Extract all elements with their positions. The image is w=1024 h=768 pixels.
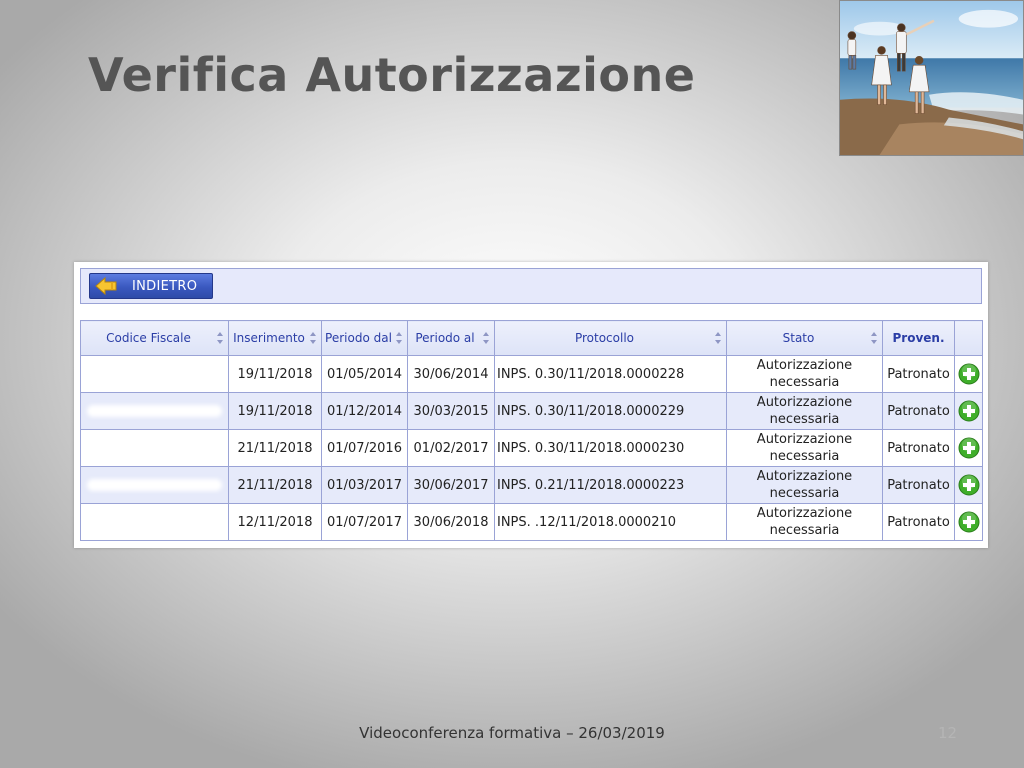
cell-inserimento: 21/11/2018 (228, 429, 322, 467)
sort-arrows-icon[interactable] (870, 331, 878, 345)
cell-protocollo: INPS. 0.30/11/2018.0000230 (494, 429, 727, 467)
beach-family-photo (839, 0, 1024, 156)
column-header-proven: Proven. (882, 320, 955, 356)
cell-proven: Patronato (882, 503, 955, 541)
back-button-label: INDIETRO (132, 278, 198, 294)
column-header-protocollo[interactable]: Protocollo (494, 320, 727, 356)
column-header-label: Protocollo (574, 331, 635, 345)
cell-periodo-dal: 01/07/2017 (321, 503, 408, 541)
cell-add-action[interactable] (954, 392, 983, 430)
table-row[interactable]: 19/11/2018 01/12/2014 30/03/2015 INPS. 0.30… (80, 392, 983, 430)
column-header-inserimento[interactable]: Inserimento (228, 320, 322, 356)
plus-circle-icon[interactable] (958, 363, 980, 385)
cell-periodo-al: 30/03/2015 (407, 392, 495, 430)
page-number: 12 (938, 724, 958, 742)
authorization-table: Codice Fiscale Inserimento Periodo dal P… (80, 320, 983, 541)
cell-periodo-dal: 01/03/2017 (321, 466, 408, 504)
table-row[interactable]: 12/11/2018 01/07/2017 30/06/2018 INPS. .12/… (80, 503, 983, 541)
cell-proven: Patronato (882, 392, 955, 430)
column-header-label: Periodo al (415, 331, 475, 345)
table-row[interactable]: 21/11/2018 01/03/2017 30/06/2017 INPS. 0.21… (80, 466, 983, 504)
column-header-codice-fiscale[interactable]: Codice Fiscale (80, 320, 229, 356)
cell-stato: Autorizzazione necessaria (726, 503, 883, 541)
toolbar: INDIETRO (80, 268, 982, 304)
plus-circle-icon[interactable] (958, 474, 980, 496)
cell-protocollo: INPS. 0.21/11/2018.0000223 (494, 466, 727, 504)
cell-codice-fiscale (80, 429, 229, 467)
sort-arrows-icon[interactable] (714, 331, 722, 345)
column-header-label: Periodo dal (325, 331, 392, 345)
cell-add-action[interactable] (954, 503, 983, 541)
column-header-stato[interactable]: Stato (726, 320, 883, 356)
redacted-mark (87, 405, 222, 417)
sort-arrows-icon[interactable] (216, 331, 224, 345)
authorization-panel: INDIETRO Codice Fiscale Inserimento Peri… (74, 262, 988, 548)
cell-protocollo: INPS. 0.30/11/2018.0000228 (494, 355, 727, 393)
cell-protocollo: INPS. .12/11/2018.0000210 (494, 503, 727, 541)
cell-periodo-al: 30/06/2018 (407, 503, 495, 541)
cell-periodo-dal: 01/05/2014 (321, 355, 408, 393)
table-row[interactable]: 19/11/2018 01/05/2014 30/06/2014 INPS. 0.30… (80, 355, 983, 393)
plus-circle-icon[interactable] (958, 437, 980, 459)
cell-add-action[interactable] (954, 466, 983, 504)
cell-proven: Patronato (882, 466, 955, 504)
plus-circle-icon[interactable] (958, 400, 980, 422)
cell-inserimento: 19/11/2018 (228, 355, 322, 393)
cell-inserimento: 19/11/2018 (228, 392, 322, 430)
cell-periodo-dal: 01/12/2014 (321, 392, 408, 430)
cell-proven: Patronato (882, 355, 955, 393)
column-header-label: Codice Fiscale (106, 331, 191, 345)
cell-inserimento: 12/11/2018 (228, 503, 322, 541)
cell-stato: Autorizzazione necessaria (726, 466, 883, 504)
cell-periodo-al: 30/06/2014 (407, 355, 495, 393)
cell-add-action[interactable] (954, 355, 983, 393)
column-header-label: Inserimento (233, 331, 305, 345)
cell-codice-fiscale (80, 355, 229, 393)
cell-stato: Autorizzazione necessaria (726, 355, 883, 393)
plus-circle-icon[interactable] (958, 511, 980, 533)
cell-periodo-dal: 01/07/2016 (321, 429, 408, 467)
sort-arrows-icon[interactable] (309, 331, 317, 345)
cell-inserimento: 21/11/2018 (228, 466, 322, 504)
sort-arrows-icon[interactable] (482, 331, 490, 345)
cell-codice-fiscale (80, 466, 229, 504)
arrow-left-icon (95, 276, 117, 296)
cell-codice-fiscale (80, 503, 229, 541)
column-header-label: Proven. (892, 331, 945, 345)
column-header-periodo-al[interactable]: Periodo al (407, 320, 495, 356)
sort-arrows-icon[interactable] (395, 331, 403, 345)
redacted-mark (87, 479, 222, 491)
column-header-periodo-dal[interactable]: Periodo dal (321, 320, 408, 356)
table-header-row: Codice Fiscale Inserimento Periodo dal P… (80, 320, 983, 356)
slide-title: Verifica Autorizzazione (88, 48, 696, 102)
column-header-label: Stato (782, 331, 815, 345)
cell-periodo-al: 01/02/2017 (407, 429, 495, 467)
column-header-actions (954, 320, 983, 356)
cell-proven: Patronato (882, 429, 955, 467)
cell-codice-fiscale (80, 392, 229, 430)
table-row[interactable]: 21/11/2018 01/07/2016 01/02/2017 INPS. 0.30… (80, 429, 983, 467)
back-button[interactable]: INDIETRO (89, 273, 213, 299)
cell-periodo-al: 30/06/2017 (407, 466, 495, 504)
table-body: 19/11/2018 01/05/2014 30/06/2014 INPS. 0.30… (80, 355, 983, 541)
cell-stato: Autorizzazione necessaria (726, 392, 883, 430)
slide-footer: Videoconferenza formativa – 26/03/2019 (359, 724, 665, 742)
cell-stato: Autorizzazione necessaria (726, 429, 883, 467)
cell-protocollo: INPS. 0.30/11/2018.0000229 (494, 392, 727, 430)
cell-add-action[interactable] (954, 429, 983, 467)
